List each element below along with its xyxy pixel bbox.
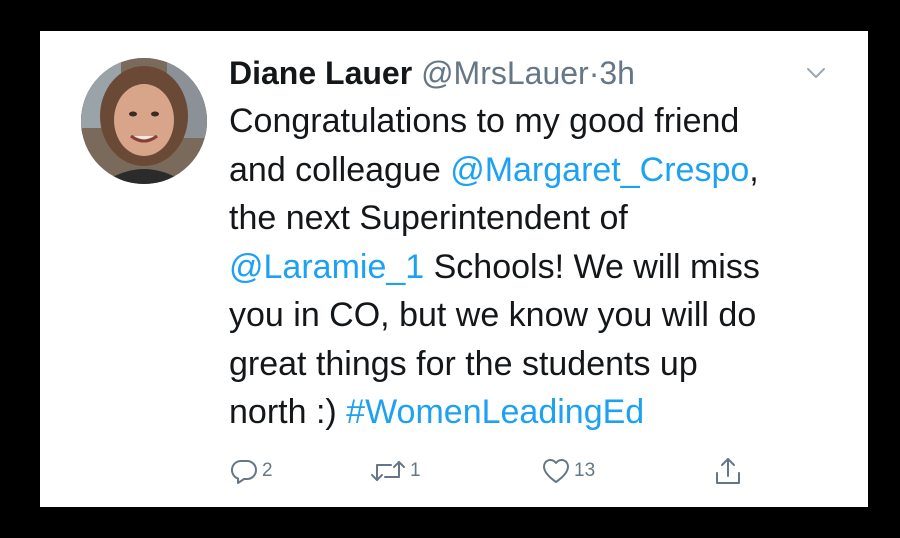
- mention-link-margaret-crespo[interactable]: @Margaret_Crespo: [450, 151, 749, 189]
- like-button[interactable]: 13: [541, 453, 595, 489]
- retweet-button[interactable]: 1: [369, 453, 421, 489]
- like-count: 13: [574, 460, 596, 481]
- tweet-line: Congratulations to my good friend: [229, 102, 740, 140]
- tweet-line: @Laramie_1 Schools! We will miss: [229, 243, 839, 292]
- tweet-text-segment: and colleague: [229, 150, 451, 189]
- share-button[interactable]: [713, 453, 743, 489]
- retweet-icon: [369, 456, 407, 486]
- tweet-card[interactable]: Diane Lauer @MrsLauer·3h Congratulations…: [40, 31, 868, 507]
- tweet-line: great things for the students up: [229, 344, 698, 383]
- chevron-down-icon[interactable]: [804, 63, 828, 83]
- reply-icon: [229, 456, 259, 486]
- heart-icon: [541, 456, 571, 486]
- share-icon: [713, 455, 743, 487]
- tweet-line: the next Superintendent of: [229, 199, 628, 237]
- tweet-text-segment: Schools! We will miss: [424, 247, 760, 286]
- tweet-line: and colleague @Margaret_Crespo,: [229, 146, 839, 195]
- reply-count: 2: [262, 460, 273, 481]
- avatar[interactable]: [81, 58, 207, 184]
- author-handle[interactable]: @MrsLauer: [421, 55, 589, 91]
- retweet-count: 1: [410, 460, 421, 481]
- tweet-time[interactable]: 3h: [599, 55, 635, 91]
- tweet-text: Congratulations to my good friend and co…: [229, 97, 839, 437]
- tweet-text-segment: ,: [749, 150, 759, 189]
- tweet-line: north :) #WomenLeadingEd: [229, 388, 839, 437]
- reply-button[interactable]: 2: [229, 453, 273, 489]
- tweet-line: you in CO, but we know you will do: [229, 296, 757, 334]
- screenshot-frame: Diane Lauer @MrsLauer·3h Congratulations…: [0, 0, 900, 538]
- avatar-photo: [81, 58, 207, 184]
- tweet-text-segment: north :): [229, 393, 347, 431]
- tweet-header: Diane Lauer @MrsLauer·3h: [229, 53, 635, 93]
- tweet-actions: 2 1 13: [229, 453, 749, 489]
- mention-link-laramie-1[interactable]: @Laramie_1: [229, 248, 424, 286]
- author-name[interactable]: Diane Lauer: [229, 55, 412, 91]
- separator-dot: ·: [588, 55, 600, 91]
- hashtag-link-womenleadinged[interactable]: #WomenLeadingEd: [346, 393, 644, 431]
